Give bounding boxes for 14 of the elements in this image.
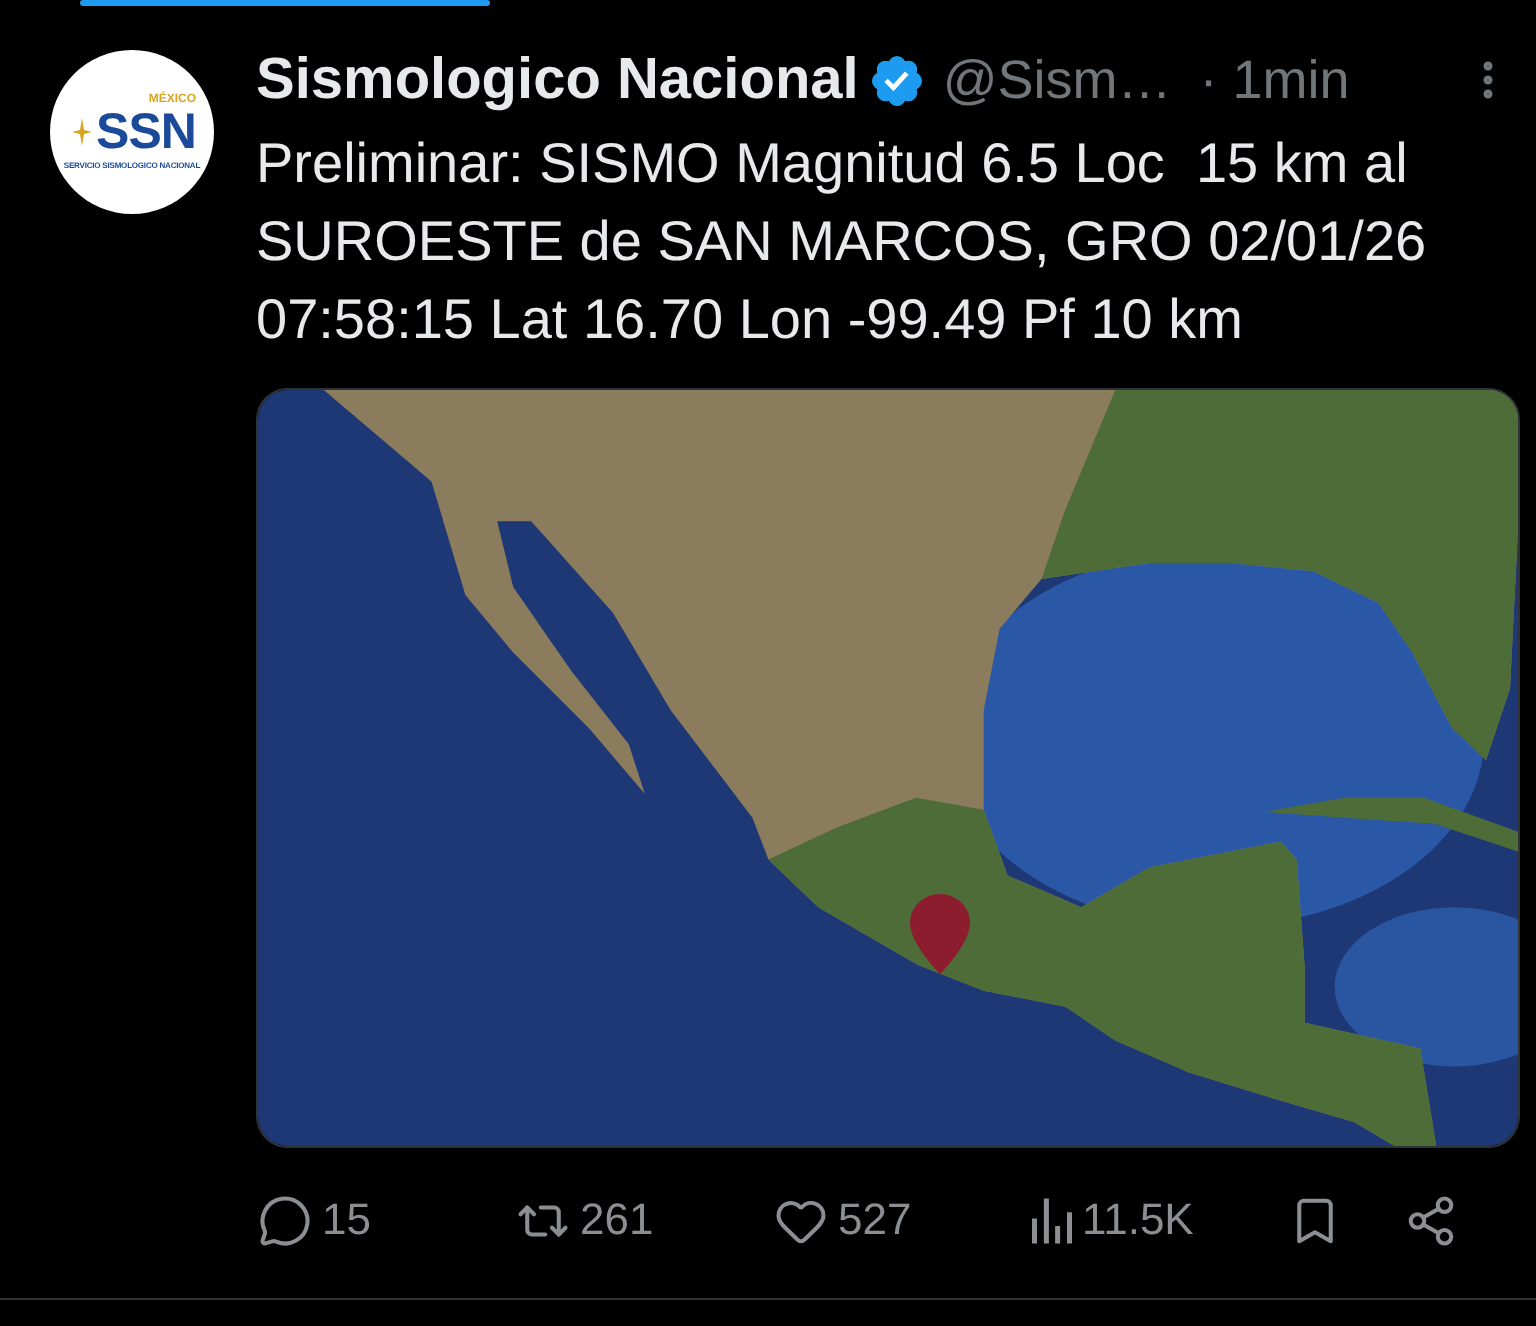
logo-text: SSN [96,108,196,156]
like-button[interactable]: 527 [774,1193,912,1247]
repost-button[interactable]: 261 [516,1193,654,1247]
share-icon[interactable] [1404,1193,1458,1247]
map-pin-icon [910,894,970,974]
bar-chart-icon [1032,1197,1072,1243]
post-time: · 1min [1199,48,1350,114]
author-name[interactable]: Sismologico Nacional [256,46,859,114]
views-button[interactable]: 11.5K [1032,1194,1194,1246]
reply-button[interactable]: 15 [258,1193,371,1247]
tweet-text: Preliminar: SISMO Magnitud 6.5 Loc 15 km al SUROESTE de SAN MARCOS, GRO 02/01/26 07:58:15 Lat 16.70 Lon -99.49 Pf 10 km [256,130,1429,354]
speech-bubble-icon [258,1193,312,1247]
author-handle[interactable]: @Sism… [942,46,1172,114]
sparkle-icon [72,118,93,146]
